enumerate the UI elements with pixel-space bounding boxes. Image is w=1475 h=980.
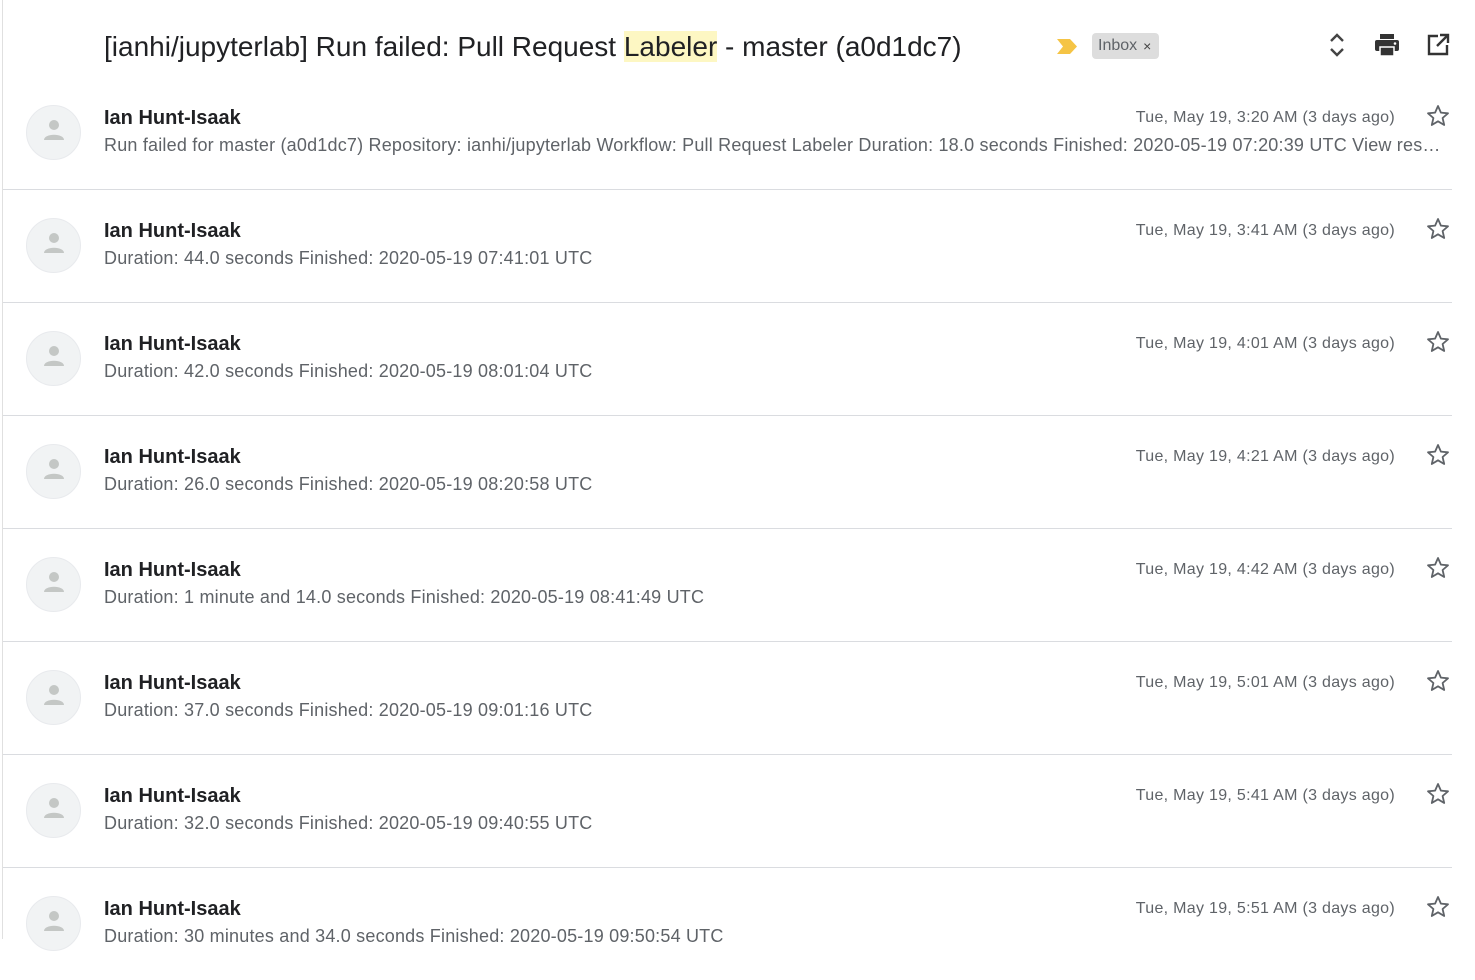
message-date: Tue, May 19, 5:51 AM (3 days ago): [1135, 900, 1395, 917]
message-row[interactable]: Ian Hunt-Isaak Tue, May 19, 5:51 AM (3 d…: [3, 868, 1452, 980]
message-date: Tue, May 19, 4:21 AM (3 days ago): [1135, 448, 1395, 465]
message-date: Tue, May 19, 4:42 AM (3 days ago): [1135, 561, 1395, 578]
message-snippet: Duration: 42.0 seconds Finished: 2020-05…: [104, 361, 593, 381]
message-row[interactable]: Ian Hunt-Isaak Tue, May 19, 4:42 AM (3 d…: [3, 529, 1452, 642]
message-row[interactable]: Ian Hunt-Isaak Tue, May 19, 5:41 AM (3 d…: [3, 755, 1452, 868]
subject-suffix: - master (a0d1dc7): [717, 31, 962, 62]
person-icon: [43, 797, 65, 824]
importance-marker-icon[interactable]: [1056, 38, 1078, 55]
message-row[interactable]: Ian Hunt-Isaak Tue, May 19, 3:41 AM (3 d…: [3, 190, 1452, 303]
message-snippet: Duration: 26.0 seconds Finished: 2020-05…: [104, 474, 593, 494]
star-button[interactable]: [1424, 782, 1452, 810]
sender-name: Ian Hunt-Isaak: [104, 559, 241, 581]
star-button[interactable]: [1424, 895, 1452, 923]
person-icon: [43, 684, 65, 711]
avatar: [26, 105, 81, 160]
star-icon: [1426, 443, 1450, 472]
avatar: [26, 783, 81, 838]
message-snippet: Duration: 1 minute and 14.0 seconds Fini…: [104, 587, 705, 607]
message-row[interactable]: Ian Hunt-Isaak Tue, May 19, 4:21 AM (3 d…: [3, 416, 1452, 529]
sender-name: Ian Hunt-Isaak: [104, 446, 241, 468]
person-icon: [43, 119, 65, 146]
remove-label-button[interactable]: ×: [1143, 33, 1151, 59]
avatar: [26, 896, 81, 951]
subject-prefix: [ianhi/jupyterlab] Run failed: Pull Requ…: [104, 31, 624, 62]
unfold-icon: [1327, 32, 1347, 63]
label-chip-inbox: Inbox ×: [1092, 33, 1160, 59]
avatar: [26, 218, 81, 273]
sender-name: Ian Hunt-Isaak: [104, 785, 241, 807]
person-icon: [43, 571, 65, 598]
avatar: [26, 670, 81, 725]
print-icon: [1374, 33, 1400, 62]
label-chip-text: Inbox: [1098, 37, 1138, 54]
person-icon: [43, 232, 65, 259]
message-date: Tue, May 19, 5:41 AM (3 days ago): [1135, 787, 1395, 804]
open-in-new-window-button[interactable]: [1423, 32, 1453, 62]
message-list: Ian Hunt-Isaak Tue, May 19, 3:20 AM (3 d…: [3, 77, 1452, 980]
message-snippet: Run failed for master (a0d1dc7) Reposito…: [104, 135, 1444, 155]
thread-subject: [ianhi/jupyterlab] Run failed: Pull Requ…: [104, 27, 962, 67]
star-icon: [1426, 330, 1450, 359]
person-icon: [43, 910, 65, 937]
star-button[interactable]: [1424, 217, 1452, 245]
subject-highlight: Labeler: [623, 31, 718, 62]
message-date: Tue, May 19, 3:41 AM (3 days ago): [1135, 222, 1395, 239]
star-icon: [1426, 895, 1450, 924]
avatar: [26, 444, 81, 499]
open-in-new-icon: [1426, 33, 1450, 62]
avatar: [26, 557, 81, 612]
star-icon: [1426, 669, 1450, 698]
print-all-button[interactable]: [1372, 32, 1402, 62]
star-button[interactable]: [1424, 330, 1452, 358]
sender-name: Ian Hunt-Isaak: [104, 672, 241, 694]
message-snippet: Duration: 30 minutes and 34.0 seconds Fi…: [104, 926, 724, 946]
star-icon: [1426, 782, 1450, 811]
message-row[interactable]: Ian Hunt-Isaak Tue, May 19, 5:01 AM (3 d…: [3, 642, 1452, 755]
expand-all-button[interactable]: [1322, 32, 1352, 62]
message-row[interactable]: Ian Hunt-Isaak Tue, May 19, 4:01 AM (3 d…: [3, 303, 1452, 416]
message-row[interactable]: Ian Hunt-Isaak Tue, May 19, 3:20 AM (3 d…: [3, 77, 1452, 190]
message-date: Tue, May 19, 3:20 AM (3 days ago): [1135, 109, 1395, 126]
star-icon: [1426, 217, 1450, 246]
message-snippet: Duration: 32.0 seconds Finished: 2020-05…: [104, 813, 593, 833]
message-date: Tue, May 19, 4:01 AM (3 days ago): [1135, 335, 1395, 352]
avatar: [26, 331, 81, 386]
sender-name: Ian Hunt-Isaak: [104, 107, 241, 129]
star-button[interactable]: [1424, 104, 1452, 132]
star-icon: [1426, 556, 1450, 585]
person-icon: [43, 345, 65, 372]
star-button[interactable]: [1424, 556, 1452, 584]
person-icon: [43, 458, 65, 485]
message-date: Tue, May 19, 5:01 AM (3 days ago): [1135, 674, 1395, 691]
message-snippet: Duration: 44.0 seconds Finished: 2020-05…: [104, 248, 593, 268]
star-button[interactable]: [1424, 669, 1452, 697]
sender-name: Ian Hunt-Isaak: [104, 220, 241, 242]
sender-name: Ian Hunt-Isaak: [104, 333, 241, 355]
star-icon: [1426, 104, 1450, 133]
sender-name: Ian Hunt-Isaak: [104, 898, 241, 920]
message-snippet: Duration: 37.0 seconds Finished: 2020-05…: [104, 700, 593, 720]
star-button[interactable]: [1424, 443, 1452, 471]
